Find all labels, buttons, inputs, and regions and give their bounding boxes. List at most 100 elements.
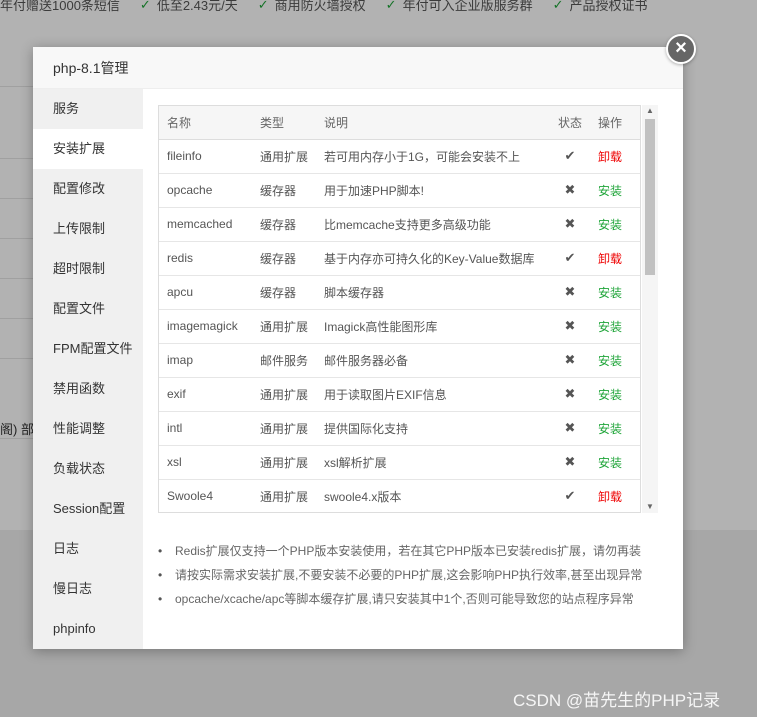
extension-type: 通用扩展 (252, 445, 316, 480)
installed-check-icon: ✔ (550, 139, 590, 174)
extension-name: memcached (159, 207, 252, 242)
scroll-down-arrow-icon[interactable]: ▼ (642, 501, 658, 513)
not-installed-x-icon: ✖ (550, 309, 590, 344)
sidebar-item-phpinfo[interactable]: phpinfo (33, 609, 143, 649)
not-installed-x-icon: ✖ (550, 275, 590, 310)
close-icon[interactable]: × (666, 34, 696, 64)
extension-description: 比memcache支持更多高级功能 (316, 207, 550, 242)
extension-name: imap (159, 343, 252, 378)
install-link[interactable]: 安装 (590, 411, 640, 446)
extension-type: 通用扩展 (252, 411, 316, 446)
install-link[interactable]: 安装 (590, 309, 640, 344)
table-header-row: 名称 类型 说明 状态 操作 (159, 106, 640, 140)
scrollbar-thumb[interactable] (645, 119, 655, 275)
not-installed-x-icon: ✖ (550, 411, 590, 446)
dialog-title: php-8.1管理 (33, 47, 683, 89)
dialog-content: 名称 类型 说明 状态 操作 fileinfo 通用扩展 若可用内存小于1G，可… (143, 89, 683, 649)
dialog-sidebar: 服务 安装扩展 配置修改 上传限制 超时限制 配置文件 FPM配置文件 禁用函数… (33, 89, 143, 649)
not-installed-x-icon: ✖ (550, 343, 590, 378)
not-installed-x-icon: ✖ (550, 377, 590, 412)
install-link[interactable]: 安装 (590, 207, 640, 242)
note-item: 请按实际需求安装扩展,不要安装不必要的PHP扩展,这会影响PHP执行效率,甚至出… (158, 563, 678, 587)
sidebar-item-config-file[interactable]: 配置文件 (33, 289, 143, 329)
extension-description: 邮件服务器必备 (316, 343, 550, 378)
sidebar-item-log[interactable]: 日志 (33, 529, 143, 569)
install-link[interactable]: 安装 (590, 377, 640, 412)
extension-type: 邮件服务 (252, 343, 316, 378)
column-header-name: 名称 (159, 106, 252, 140)
extension-description: 提供国际化支持 (316, 411, 550, 446)
extension-type: 通用扩展 (252, 377, 316, 412)
column-header-operation: 操作 (590, 106, 640, 140)
extension-type: 缓存器 (252, 173, 316, 208)
table-row: Swoole4 通用扩展 swoole4.x版本 ✔ 卸载 (159, 479, 640, 512)
sidebar-item-timeout-limit[interactable]: 超时限制 (33, 249, 143, 289)
sidebar-item-load-status[interactable]: 负载状态 (33, 449, 143, 489)
extension-name: xsl (159, 445, 252, 480)
extension-name: exif (159, 377, 252, 412)
extension-name: imagemagick (159, 309, 252, 344)
extension-name: intl (159, 411, 252, 446)
table-row: xsl 通用扩展 xsl解析扩展 ✖ 安装 (159, 445, 640, 480)
scroll-up-arrow-icon[interactable]: ▲ (642, 105, 658, 117)
help-notes: Redis扩展仅支持一个PHP版本安装使用，若在其它PHP版本已安装redis扩… (158, 539, 678, 611)
extension-description: 用于读取图片EXIF信息 (316, 377, 550, 412)
sidebar-item-slow-log[interactable]: 慢日志 (33, 569, 143, 609)
extensions-table-container[interactable]: 名称 类型 说明 状态 操作 fileinfo 通用扩展 若可用内存小于1G，可… (158, 105, 641, 513)
installed-check-icon: ✔ (550, 241, 590, 276)
sidebar-item-service[interactable]: 服务 (33, 89, 143, 129)
column-header-status: 状态 (550, 106, 590, 140)
column-header-type: 类型 (252, 106, 316, 140)
extension-type: 通用扩展 (252, 479, 316, 512)
uninstall-link[interactable]: 卸载 (590, 139, 640, 174)
sidebar-item-fpm-config[interactable]: FPM配置文件 (33, 329, 143, 369)
extension-type: 缓存器 (252, 207, 316, 242)
installed-check-icon: ✔ (550, 479, 590, 512)
watermark: CSDN @苗先生的PHP记录 (513, 691, 721, 710)
extension-description: 若可用内存小于1G，可能会安装不上 (316, 139, 550, 174)
table-row: redis 缓存器 基于内存亦可持久化的Key-Value数据库 ✔ 卸载 (159, 241, 640, 276)
table-row: apcu 缓存器 脚本缓存器 ✖ 安装 (159, 275, 640, 310)
uninstall-link[interactable]: 卸载 (590, 241, 640, 276)
extension-type: 通用扩展 (252, 139, 316, 174)
table-row: fileinfo 通用扩展 若可用内存小于1G，可能会安装不上 ✔ 卸载 (159, 139, 640, 174)
table-row: exif 通用扩展 用于读取图片EXIF信息 ✖ 安装 (159, 377, 640, 412)
sidebar-item-performance[interactable]: 性能调整 (33, 409, 143, 449)
extension-description: 基于内存亦可持久化的Key-Value数据库 (316, 241, 550, 276)
table-scrollbar[interactable]: ▲ ▼ (642, 105, 658, 513)
install-link[interactable]: 安装 (590, 343, 640, 378)
extension-name: fileinfo (159, 139, 252, 174)
extension-name: Swoole4 (159, 479, 252, 512)
extension-description: 用于加速PHP脚本! (316, 173, 550, 208)
extension-name: redis (159, 241, 252, 276)
sidebar-item-disabled-functions[interactable]: 禁用函数 (33, 369, 143, 409)
table-row: imagemagick 通用扩展 Imagick高性能图形库 ✖ 安装 (159, 309, 640, 344)
extension-description: Imagick高性能图形库 (316, 309, 550, 344)
sidebar-item-session-config[interactable]: Session配置 (33, 489, 143, 529)
sidebar-item-upload-limit[interactable]: 上传限制 (33, 209, 143, 249)
column-header-description: 说明 (316, 106, 550, 140)
table-row: intl 通用扩展 提供国际化支持 ✖ 安装 (159, 411, 640, 446)
not-installed-x-icon: ✖ (550, 173, 590, 208)
extensions-table: 名称 类型 说明 状态 操作 fileinfo 通用扩展 若可用内存小于1G，可… (159, 106, 640, 512)
not-installed-x-icon: ✖ (550, 445, 590, 480)
note-item: Redis扩展仅支持一个PHP版本安装使用，若在其它PHP版本已安装redis扩… (158, 539, 678, 563)
extension-description: swoole4.x版本 (316, 479, 550, 512)
extension-type: 缓存器 (252, 275, 316, 310)
uninstall-link[interactable]: 卸载 (590, 479, 640, 512)
php-manage-dialog: php-8.1管理 服务 安装扩展 配置修改 上传限制 超时限制 配置文件 FP… (33, 47, 683, 649)
sidebar-item-config-edit[interactable]: 配置修改 (33, 169, 143, 209)
extension-type: 缓存器 (252, 241, 316, 276)
install-link[interactable]: 安装 (590, 173, 640, 208)
extension-description: 脚本缓存器 (316, 275, 550, 310)
extension-type: 通用扩展 (252, 309, 316, 344)
install-link[interactable]: 安装 (590, 445, 640, 480)
note-item: opcache/xcache/apc等脚本缓存扩展,请只安装其中1个,否则可能导… (158, 587, 678, 611)
sidebar-item-install-extensions[interactable]: 安装扩展 (33, 129, 143, 169)
table-row: imap 邮件服务 邮件服务器必备 ✖ 安装 (159, 343, 640, 378)
extension-name: opcache (159, 173, 252, 208)
install-link[interactable]: 安装 (590, 275, 640, 310)
extension-name: apcu (159, 275, 252, 310)
table-row: memcached 缓存器 比memcache支持更多高级功能 ✖ 安装 (159, 207, 640, 242)
not-installed-x-icon: ✖ (550, 207, 590, 242)
